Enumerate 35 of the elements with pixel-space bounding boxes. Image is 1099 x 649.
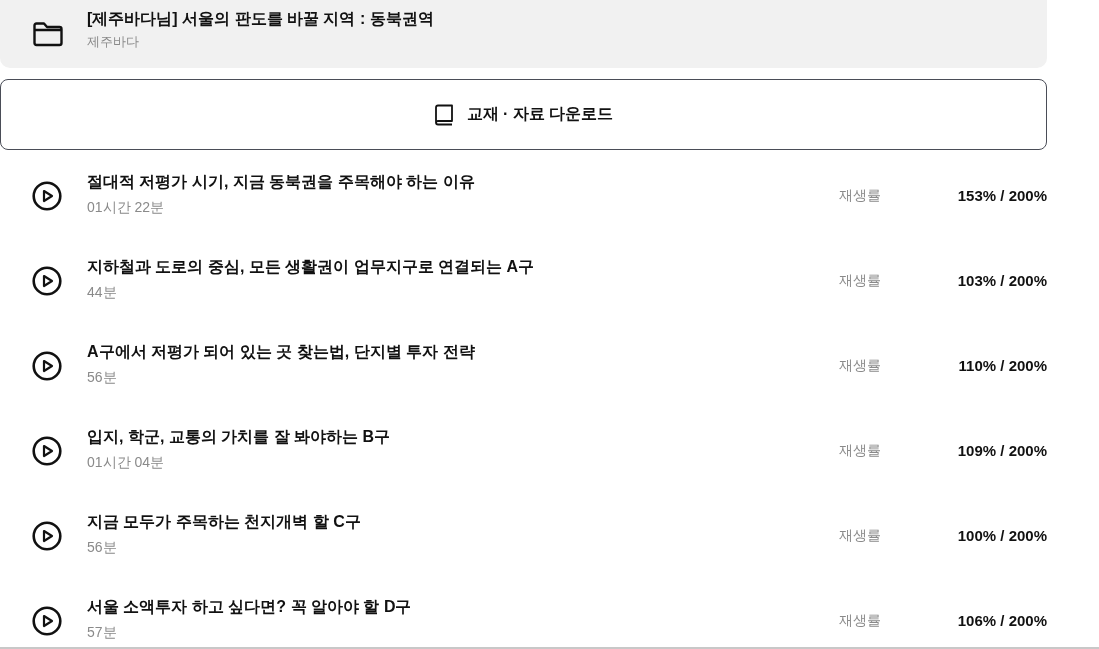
folder-icon	[32, 21, 64, 47]
progress-value: 100% / 200%	[956, 527, 1047, 544]
progress-value: 153% / 200%	[956, 187, 1047, 204]
progress-value: 109% / 200%	[956, 442, 1047, 459]
lecture-title[interactable]: 지금 모두가 주목하는 천지개벽 할 C구	[87, 512, 361, 532]
lecture-duration: 57분	[87, 623, 117, 641]
progress-label: 재생률	[839, 441, 882, 460]
download-button[interactable]: 교재 · 자료 다운로드	[0, 79, 1047, 150]
progress-label: 재생률	[839, 356, 882, 375]
progress-value: 103% / 200%	[956, 272, 1047, 289]
play-icon[interactable]	[32, 520, 62, 551]
progress-label: 재생률	[839, 526, 882, 545]
book-icon	[433, 103, 454, 126]
lecture-title[interactable]: 입지, 학군, 교통의 가치를 잘 봐야하는 B구	[87, 427, 391, 447]
progress-label: 재생률	[839, 611, 882, 630]
lecture-duration: 44분	[87, 283, 117, 301]
course-title: [제주바다님] 서울의 판도를 바꿀 지역 : 동북권역	[87, 8, 434, 29]
play-icon[interactable]	[32, 350, 62, 381]
lecture-duration: 56분	[87, 368, 117, 386]
progress-value: 106% / 200%	[956, 612, 1047, 629]
play-icon[interactable]	[32, 180, 62, 211]
progress-label: 재생률	[839, 186, 882, 205]
lecture-title[interactable]: 절대적 저평가 시기, 지금 동북권을 주목해야 하는 이유	[87, 172, 475, 192]
lecture-duration: 01시간 22분	[87, 198, 165, 216]
progress-value: 110% / 200%	[957, 357, 1047, 374]
lecture-title[interactable]: 서울 소액투자 하고 싶다면? 꼭 알아야 할 D구	[87, 597, 412, 617]
play-icon[interactable]	[32, 605, 62, 636]
lecture-title[interactable]: 지하철과 도로의 중심, 모든 생활권이 업무지구로 연결되는 A구	[87, 257, 535, 277]
lecture-title[interactable]: A구에서 저평가 되어 있는 곳 찾는법, 단지별 투자 전략	[87, 342, 475, 362]
course-author: 제주바다	[87, 32, 139, 50]
lecture-duration: 56분	[87, 538, 117, 556]
lecture-duration: 01시간 04분	[87, 453, 165, 471]
progress-label: 재생률	[839, 271, 882, 290]
play-icon[interactable]	[32, 265, 62, 296]
play-icon[interactable]	[32, 435, 62, 466]
